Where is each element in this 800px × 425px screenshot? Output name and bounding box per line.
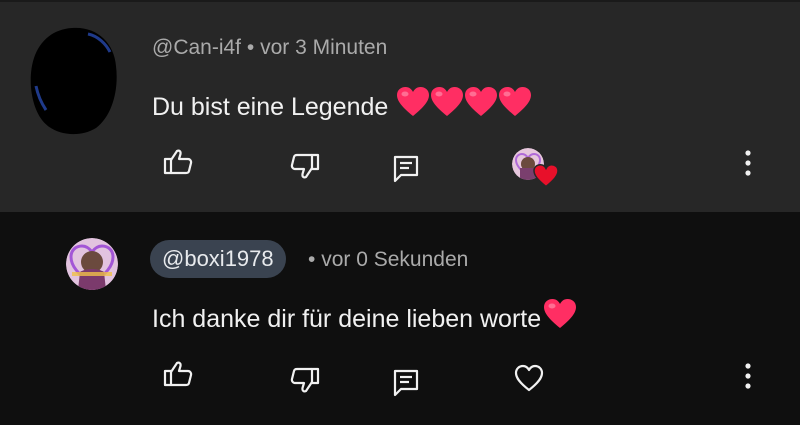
heart-button[interactable]	[513, 362, 545, 394]
comment-meta: @Can-i4f • vor 3 Minuten	[152, 36, 387, 60]
like-button[interactable]	[162, 146, 194, 178]
heart-emoji-icon	[499, 87, 532, 116]
thumbs-down-icon	[290, 153, 320, 179]
heart-emoji-icon	[533, 164, 559, 188]
heart-emoji-icon	[397, 87, 430, 116]
comment-item: @Can-i4f • vor 3 Minuten Du bist eine Le…	[0, 0, 800, 212]
more-options-button[interactable]	[732, 360, 764, 392]
avatar-redacted[interactable]	[26, 24, 120, 136]
comment-author[interactable]: @Can-i4f	[152, 36, 241, 59]
dislike-button[interactable]	[289, 364, 321, 396]
thumbs-down-icon	[290, 367, 320, 393]
like-button[interactable]	[162, 358, 194, 390]
heart-outline-icon	[514, 364, 544, 392]
author-handle-chip[interactable]: @boxi1978	[150, 240, 286, 278]
creator-heart-badge[interactable]	[512, 148, 559, 190]
thumbs-up-icon	[163, 361, 193, 387]
heart-emoji-icon	[465, 87, 498, 116]
more-vert-icon	[745, 363, 751, 389]
comment-text: Ich danke dir für deine lieben worte	[152, 298, 577, 334]
comment-meta: • vor 0 Sekunden	[308, 248, 468, 272]
heart-emojis	[396, 86, 532, 118]
thumbs-up-icon	[163, 149, 193, 175]
meta-separator: •	[246, 36, 255, 59]
comment-text: Du bist eine Legende	[152, 86, 532, 122]
comment-time: vor 3 Minuten	[260, 36, 388, 59]
reply-icon	[393, 155, 419, 183]
heart-emojis	[543, 298, 577, 330]
comment-text-body: Du bist eine Legende	[152, 93, 389, 121]
heart-emoji-icon	[431, 87, 464, 116]
dislike-button[interactable]	[289, 150, 321, 182]
comment-text-body: Ich danke dir für deine lieben worte	[152, 305, 542, 333]
more-vert-icon	[745, 150, 751, 176]
meta-separator: •	[308, 248, 316, 271]
reply-icon	[393, 369, 419, 397]
comment-time: vor 0 Sekunden	[321, 248, 469, 271]
comment-author: @boxi1978	[162, 246, 274, 271]
heart-emoji-icon	[544, 299, 577, 328]
more-options-button[interactable]	[732, 147, 764, 179]
avatar[interactable]	[66, 238, 118, 290]
reply-button[interactable]	[390, 366, 422, 398]
reply-button[interactable]	[390, 152, 422, 184]
